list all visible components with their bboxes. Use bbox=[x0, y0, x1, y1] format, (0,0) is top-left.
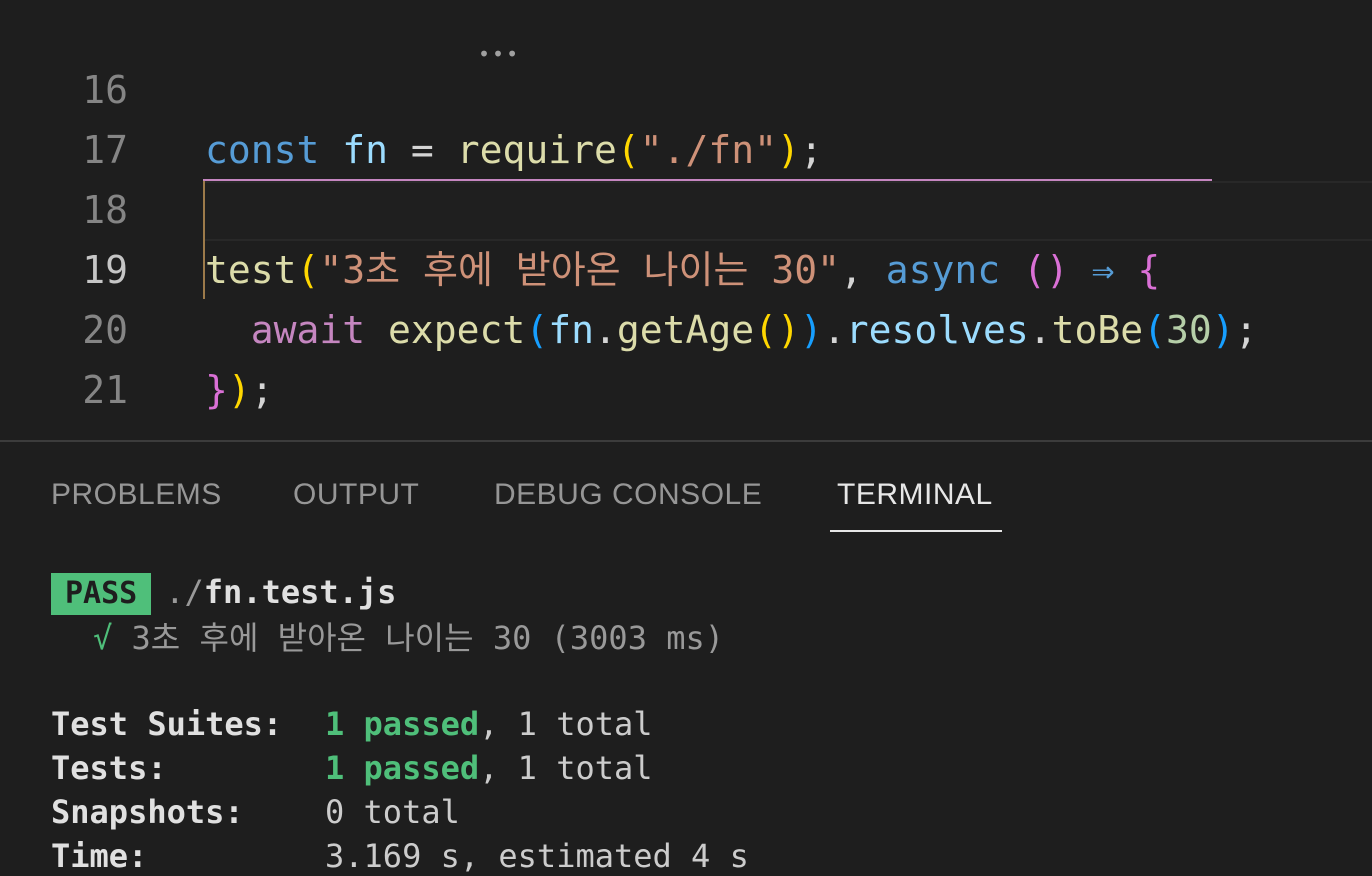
test-duration: (3003 ms) bbox=[550, 619, 725, 657]
tab-debug-console[interactable]: DEBUG CONSOLE bbox=[494, 478, 762, 512]
summary-label: Snapshots: bbox=[51, 793, 244, 831]
check-icon: √ bbox=[93, 619, 113, 657]
total-count: , 1 total bbox=[479, 749, 653, 787]
summary-label: Test Suites: bbox=[51, 705, 283, 743]
active-tab-indicator bbox=[830, 530, 1002, 532]
code-line-19[interactable]: 19 await expect(fn.getAge()).resolves.to… bbox=[0, 180, 1372, 352]
code-text[interactable]: }); bbox=[205, 360, 274, 420]
suggestion-dots[interactable]: ••• bbox=[478, 44, 520, 64]
passed-count: 1 passed bbox=[325, 705, 480, 743]
pass-badge: PASS bbox=[51, 573, 152, 615]
tab-problems[interactable]: PROBLEMS bbox=[51, 478, 222, 512]
tab-terminal[interactable]: TERMINAL bbox=[837, 478, 993, 512]
total-count: , 1 total bbox=[479, 705, 653, 743]
code-line-16[interactable]: 16 const fn = require("./fn"); bbox=[0, 0, 1372, 172]
time-value: 3.169 s, estimated 4 s bbox=[325, 837, 749, 875]
summary-label: Time: bbox=[51, 837, 148, 875]
file-dir: ./ bbox=[165, 573, 204, 611]
summary-label: Tests: bbox=[51, 749, 167, 787]
summary-time: Time: 3.169 s, estimated 4 s bbox=[51, 836, 749, 876]
snapshots-value: 0 total bbox=[325, 793, 460, 831]
tab-output[interactable]: OUTPUT bbox=[293, 478, 419, 512]
line-number: 21 bbox=[82, 368, 128, 412]
summary-tests: Tests: 1 passed, 1 total bbox=[51, 748, 653, 788]
test-case-result: √ 3초 후에 받아온 나이는 30 (3003 ms) bbox=[93, 618, 724, 658]
bottom-panel: PROBLEMS OUTPUT DEBUG CONSOLE TERMINAL P… bbox=[0, 442, 1372, 876]
file-name: fn.test.js bbox=[203, 573, 397, 611]
code-editor[interactable]: 16 const fn = require("./fn"); ••• 17 18… bbox=[0, 0, 1372, 440]
summary-suites: Test Suites: 1 passed, 1 total bbox=[51, 704, 653, 744]
code-line-17[interactable]: 17 bbox=[0, 60, 1372, 172]
code-line-20[interactable]: 20 }); bbox=[0, 240, 1372, 412]
passed-count: 1 passed bbox=[325, 749, 480, 787]
code-line-18[interactable]: 18 test("3초 후에 받아온 나이는 30", async () ⇒ { bbox=[0, 120, 1372, 292]
summary-snapshots: Snapshots: 0 total bbox=[51, 792, 460, 832]
test-file-result: PASS ./fn.test.js bbox=[51, 570, 397, 615]
code-line-21[interactable]: 21 bbox=[0, 300, 1372, 412]
test-name: 3초 후에 받아온 나이는 30 bbox=[131, 619, 532, 657]
